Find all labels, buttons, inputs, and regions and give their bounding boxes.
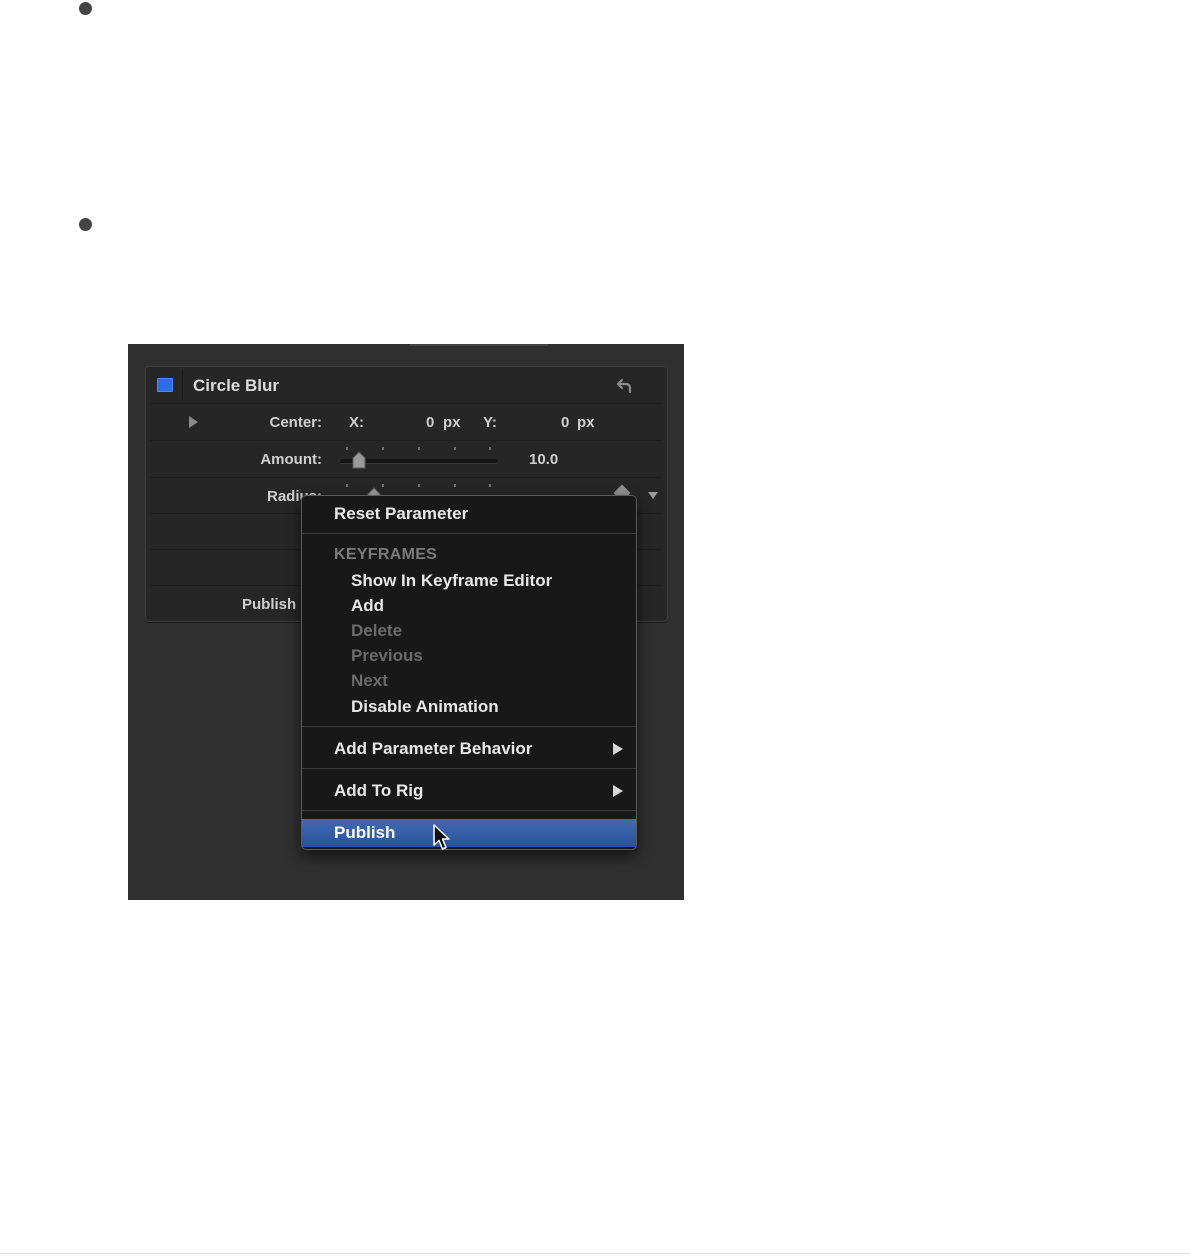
slider-tick (454, 447, 456, 450)
menu-separator (302, 810, 636, 811)
center-y-unit: px (577, 414, 595, 431)
submenu-arrow-icon (613, 785, 623, 797)
panel-header: Circle Blur (146, 367, 667, 403)
slider-tick (418, 484, 420, 487)
menu-item-disable-animation[interactable]: Disable Animation (302, 695, 636, 719)
reset-arrow-icon[interactable] (616, 376, 634, 394)
disclosure-triangle-icon[interactable] (189, 416, 198, 428)
bullet-point-2 (79, 218, 92, 231)
amount-slider-thumb[interactable] (351, 450, 367, 470)
top-notch (410, 344, 548, 346)
menu-item-next: Next (351, 671, 388, 690)
menu-header-keyframes: KEYFRAMES (334, 546, 438, 563)
bottom-rule (0, 1253, 1190, 1254)
slider-tick (489, 447, 491, 450)
menu-item-reset-parameter[interactable]: Reset Parameter (302, 502, 636, 526)
inspector-screenshot: Circle Blur Center: X: 0 px Y: 0 px Amou… (128, 344, 684, 900)
slider-tick (346, 447, 348, 450)
panel-title: Circle Blur (193, 376, 279, 395)
amount-value[interactable]: 10.0 (529, 451, 558, 468)
slider-tick (418, 447, 420, 450)
row-amount: Amount: 10.0 (150, 440, 662, 477)
header-divider (182, 370, 183, 400)
menu-separator (302, 533, 636, 534)
menu-item-add[interactable]: Add (302, 594, 636, 618)
center-x-value[interactable]: 0 (426, 414, 434, 431)
bullet-point-1 (79, 2, 92, 15)
menu-separator (302, 768, 636, 769)
menu-item-add-parameter-behavior[interactable]: Add Parameter Behavior (302, 737, 636, 761)
slider-tick (382, 447, 384, 450)
menu-item-add-to-rig[interactable]: Add To Rig (302, 779, 636, 803)
menu-item-delete: Delete (351, 621, 403, 640)
amount-label: Amount: (260, 451, 322, 468)
submenu-arrow-icon (613, 743, 623, 755)
menu-item-publish[interactable]: Publish (302, 819, 636, 847)
slider-tick (454, 484, 456, 487)
parameter-context-menu: Reset Parameter KEYFRAMES Show In Keyfra… (301, 495, 637, 850)
center-y-label: Y: (483, 414, 497, 431)
slider-tick (346, 484, 348, 487)
row-center: Center: X: 0 px Y: 0 px (150, 403, 662, 440)
enable-checkbox[interactable] (157, 378, 173, 392)
slider-tick (489, 484, 491, 487)
slider-tick (382, 484, 384, 487)
center-label: Center: (269, 414, 322, 431)
menu-item-previous: Previous (351, 646, 423, 665)
menu-item-show-in-keyframe-editor[interactable]: Show In Keyframe Editor (302, 569, 636, 593)
center-y-value[interactable]: 0 (561, 414, 569, 431)
animation-menu-arrow-icon[interactable] (648, 492, 658, 499)
mouse-pointer-icon (433, 824, 450, 850)
center-x-label: X: (349, 414, 364, 431)
center-x-unit: px (443, 414, 461, 431)
menu-separator (302, 726, 636, 727)
